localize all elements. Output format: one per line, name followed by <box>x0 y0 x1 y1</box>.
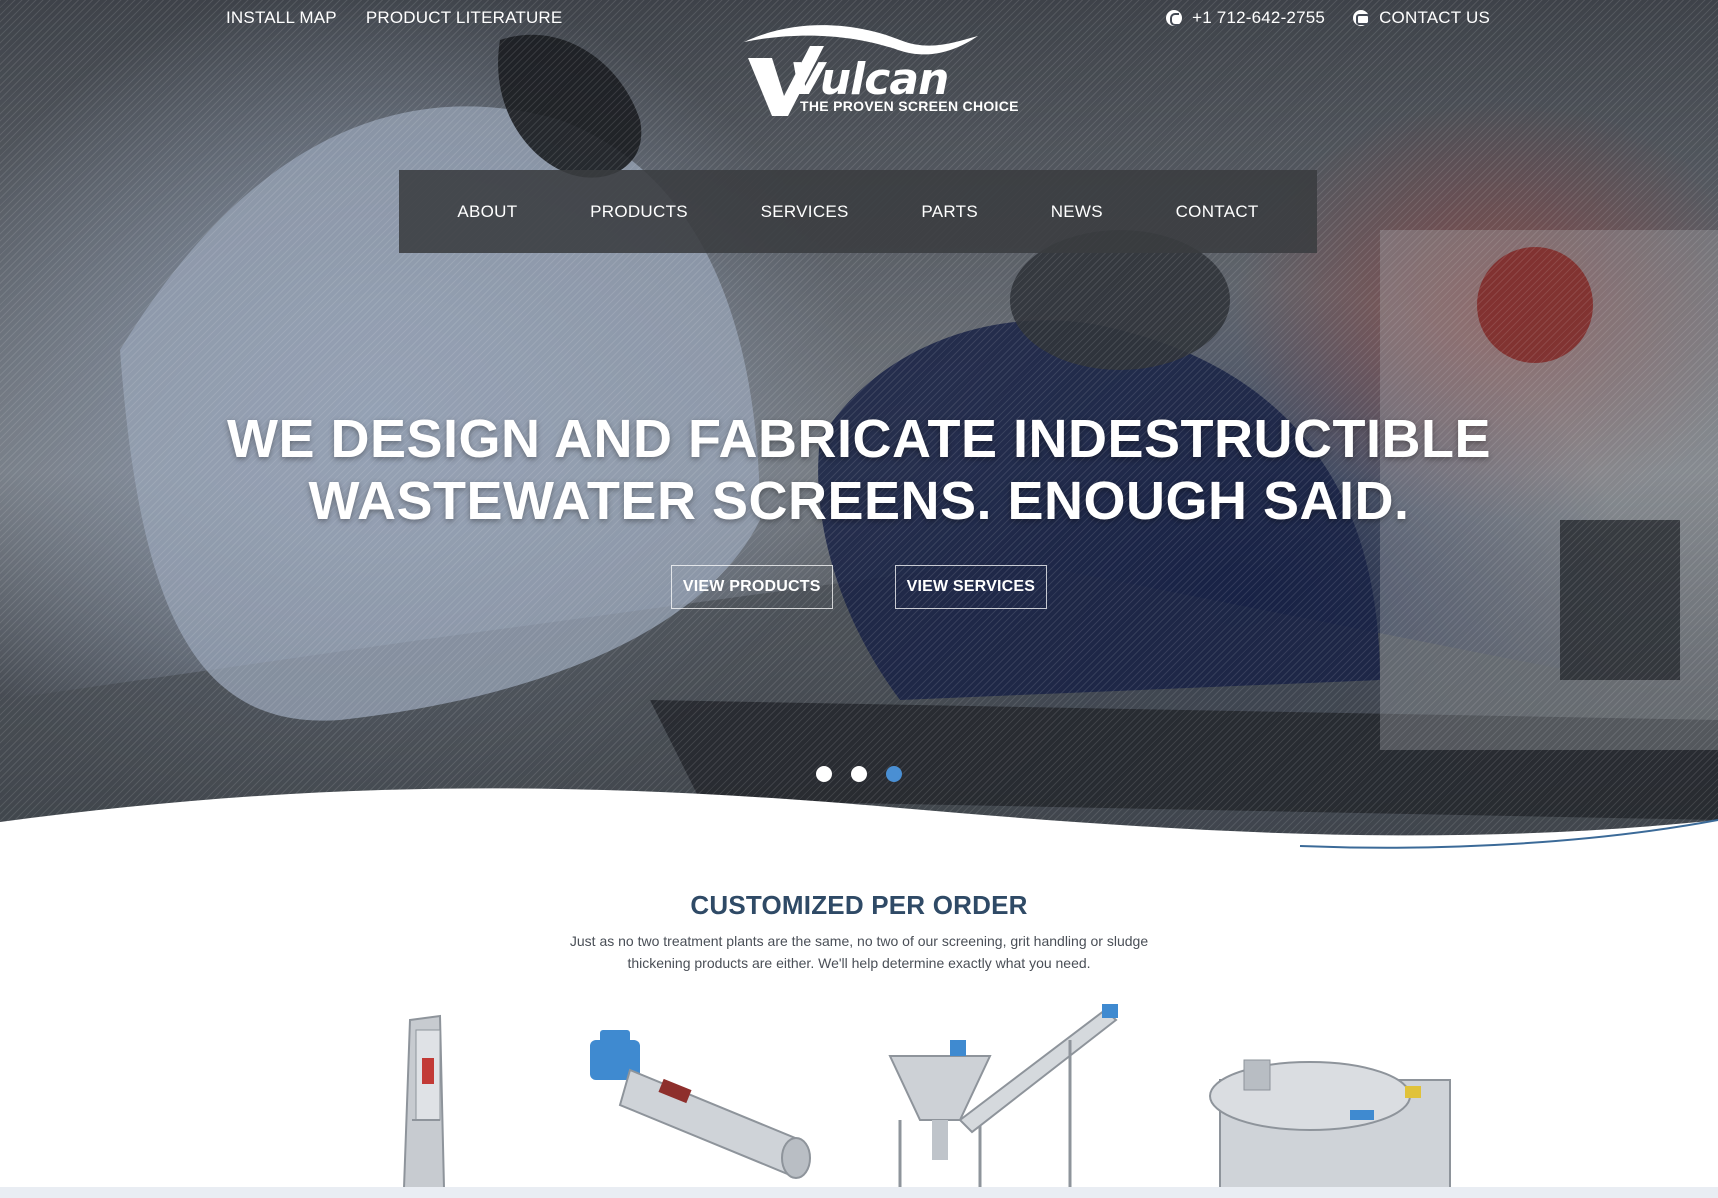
hero-headline-line1: WE DESIGN AND FABRICATE INDESTRUCTIBLE <box>226 409 1491 469</box>
main-nav: ABOUT PRODUCTS SERVICES PARTS NEWS CONTA… <box>399 170 1317 253</box>
view-services-button[interactable]: VIEW SERVICES <box>894 565 1048 609</box>
phone-link[interactable]: +1 712-642-2755 <box>1192 8 1325 28</box>
section-title: CUSTOMIZED PER ORDER <box>690 890 1028 920</box>
contact-us-link[interactable]: CONTACT US <box>1379 8 1490 28</box>
product-gallery <box>240 1000 1480 1188</box>
product-image-4[interactable] <box>1200 1000 1460 1188</box>
nav-products[interactable]: PRODUCTS <box>590 202 688 222</box>
logo-tagline: THE PROVEN SCREEN CHOICE <box>800 98 1019 114</box>
chat-icon <box>1353 10 1371 26</box>
nav-parts[interactable]: PARTS <box>921 202 978 222</box>
nav-news[interactable]: NEWS <box>1051 202 1103 222</box>
hero-banner: INSTALL MAP PRODUCT LITERATURE +1 712-64… <box>0 0 1718 860</box>
footer-strip <box>0 1187 1718 1198</box>
section-description: Just as no two treatment plants are the … <box>569 933 1149 971</box>
nav-about[interactable]: ABOUT <box>457 202 517 222</box>
nav-services[interactable]: SERVICES <box>761 202 849 222</box>
hero-headline-line2: WASTEWATER SCREENS. ENOUGH SAID. <box>308 471 1410 531</box>
product-image-2[interactable] <box>560 1000 830 1188</box>
hero-headline: WE DESIGN AND FABRICATE INDESTRUCTIBLE W… <box>0 408 1718 532</box>
hero-cta-row: VIEW PRODUCTS VIEW SERVICES <box>0 565 1718 609</box>
product-image-3[interactable] <box>880 1000 1140 1188</box>
view-products-button[interactable]: VIEW PRODUCTS <box>670 565 833 609</box>
hero-wave-divider <box>0 788 1718 860</box>
vulcan-logo[interactable]: Vulcan THE PROVEN SCREEN CHOICE <box>740 20 1018 122</box>
phone-icon <box>1166 10 1183 26</box>
utility-nav-right: +1 712-642-2755 CONTACT US <box>1166 8 1490 28</box>
install-map-link[interactable]: INSTALL MAP <box>226 8 337 28</box>
product-literature-link[interactable]: PRODUCT LITERATURE <box>366 8 563 28</box>
utility-nav-left: INSTALL MAP PRODUCT LITERATURE <box>226 8 562 28</box>
contact-us-wrap[interactable]: CONTACT US <box>1353 8 1490 28</box>
phone-link-wrap[interactable]: +1 712-642-2755 <box>1166 8 1325 28</box>
product-image-1[interactable] <box>340 1000 510 1188</box>
nav-contact[interactable]: CONTACT <box>1176 202 1259 222</box>
